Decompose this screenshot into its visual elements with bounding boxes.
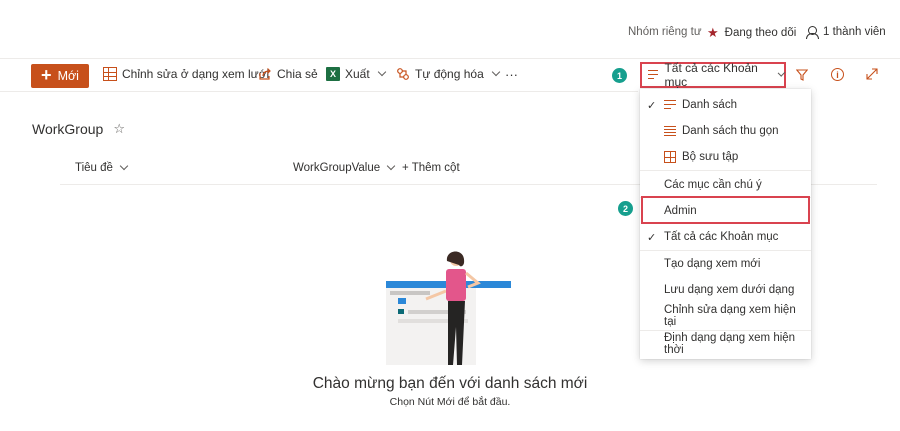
menu-item-save-view-as[interactable]: Lưu dạng xem dưới dạng bbox=[640, 277, 811, 303]
list-icon bbox=[664, 100, 676, 112]
add-column-button[interactable]: + Thêm cột bbox=[402, 162, 460, 174]
share-label: Chia sẻ bbox=[277, 67, 318, 81]
automate-label: Tự động hóa bbox=[415, 67, 484, 81]
menu-item-format-current-view[interactable]: Định dạng dạng xem hiện thời bbox=[640, 331, 811, 357]
column-header-workgroupvalue[interactable]: WorkGroupValue bbox=[293, 161, 396, 174]
menu-item-label: Danh sách thu gọn bbox=[682, 125, 779, 137]
members-button[interactable]: 1 thành viên bbox=[806, 26, 886, 39]
follow-label: Đang theo dõi bbox=[724, 26, 797, 39]
new-button[interactable]: + Mới bbox=[31, 64, 89, 88]
menu-item-label: Chỉnh sửa dạng xem hiện tại bbox=[664, 304, 796, 328]
menu-item-attention[interactable]: Các mục cần chú ý bbox=[640, 172, 811, 198]
more-button[interactable]: ··· bbox=[505, 67, 518, 82]
person-icon bbox=[806, 26, 819, 39]
empty-list-illustration bbox=[386, 251, 511, 365]
column-header-label: WorkGroupValue bbox=[293, 162, 381, 174]
automate-icon bbox=[397, 68, 409, 80]
menu-item-label: Tạo dạng xem mới bbox=[664, 258, 761, 270]
new-button-label: Mới bbox=[57, 69, 79, 83]
compact-list-icon bbox=[664, 125, 676, 137]
share-icon bbox=[259, 68, 271, 80]
grid-icon bbox=[103, 67, 117, 81]
menu-item-list[interactable]: ✓ Danh sách bbox=[640, 92, 811, 118]
edit-grid-label: Chỉnh sửa ở dạng xem lưới bbox=[122, 67, 270, 81]
list-view-icon bbox=[648, 70, 659, 80]
column-header-title[interactable]: Tiêu đề bbox=[75, 161, 129, 174]
info-icon[interactable]: i bbox=[831, 68, 844, 81]
checkmark-icon: ✓ bbox=[647, 231, 657, 244]
menu-item-label: Bộ sưu tập bbox=[682, 151, 739, 163]
chevron-down-icon bbox=[491, 67, 500, 77]
view-selector-label: Tất cả các Khoản mục bbox=[664, 61, 758, 89]
chevron-down-icon bbox=[777, 68, 786, 78]
menu-item-label: Tất cả các Khoản mục bbox=[664, 231, 779, 243]
menu-item-compact-list[interactable]: Danh sách thu gọn bbox=[640, 118, 811, 144]
export-label: Xuất bbox=[345, 67, 370, 81]
checkmark-icon: ✓ bbox=[647, 99, 657, 112]
menu-item-label: Danh sách bbox=[682, 99, 737, 111]
menu-item-create-view[interactable]: Tạo dạng xem mới bbox=[640, 251, 811, 277]
commandbar-divider bbox=[0, 91, 638, 92]
menu-item-edit-current-view[interactable]: Chỉnh sửa dạng xem hiện tại bbox=[640, 303, 811, 329]
site-header: Nhóm riêng tư ★ Đang theo dõi 1 thành vi… bbox=[0, 0, 900, 60]
privacy-label: Nhóm riêng tư bbox=[628, 26, 702, 38]
share-button[interactable]: Chia sẻ bbox=[258, 67, 318, 81]
menu-item-label: Các mục cần chú ý bbox=[664, 179, 762, 191]
export-button[interactable]: X Xuất bbox=[326, 67, 386, 81]
menu-item-label: Lưu dạng xem dưới dạng bbox=[664, 284, 795, 296]
chevron-down-icon bbox=[119, 161, 129, 171]
annotation-badge-2: 2 bbox=[618, 201, 633, 216]
gallery-icon bbox=[664, 151, 676, 163]
menu-item-all-items[interactable]: ✓ Tất cả các Khoản mục bbox=[640, 224, 811, 250]
admin-highlight-box bbox=[641, 196, 810, 224]
empty-state-title: Chào mừng bạn đến với danh sách mới bbox=[312, 375, 588, 392]
chevron-down-icon bbox=[386, 161, 396, 171]
filter-icon[interactable] bbox=[796, 69, 808, 81]
follow-button[interactable]: ★ Đang theo dõi bbox=[707, 26, 796, 39]
menu-item-gallery[interactable]: Bộ sưu tập bbox=[640, 144, 811, 170]
edit-grid-button[interactable]: Chỉnh sửa ở dạng xem lưới bbox=[103, 67, 269, 81]
star-filled-icon: ★ bbox=[707, 25, 719, 40]
header-divider bbox=[0, 58, 900, 59]
automate-button[interactable]: Tự động hóa bbox=[396, 67, 500, 81]
star-outline-icon[interactable]: ☆ bbox=[113, 121, 125, 137]
plus-icon: + bbox=[41, 65, 52, 85]
expand-icon[interactable] bbox=[866, 68, 878, 80]
command-bar: + Mới Chỉnh sửa ở dạng xem lưới Chia sẻ … bbox=[0, 61, 900, 90]
annotation-badge-1: 1 bbox=[612, 68, 627, 83]
view-selector[interactable]: Tất cả các Khoản mục bbox=[640, 61, 786, 89]
menu-divider bbox=[640, 170, 811, 171]
menu-item-label: Định dạng dạng xem hiện thời bbox=[664, 332, 796, 356]
list-title-row: WorkGroup ☆ bbox=[32, 121, 125, 137]
empty-state-subtitle: Chọn Nút Mới để bắt đầu. bbox=[389, 396, 511, 408]
chevron-down-icon bbox=[377, 67, 386, 77]
column-header-label: Tiêu đề bbox=[75, 162, 113, 174]
page-title: WorkGroup bbox=[32, 121, 104, 137]
members-label: 1 thành viên bbox=[823, 26, 886, 38]
excel-icon: X bbox=[326, 67, 340, 81]
view-dropdown-menu: ✓ Danh sách Danh sách thu gọn Bộ sưu tập… bbox=[640, 89, 811, 359]
